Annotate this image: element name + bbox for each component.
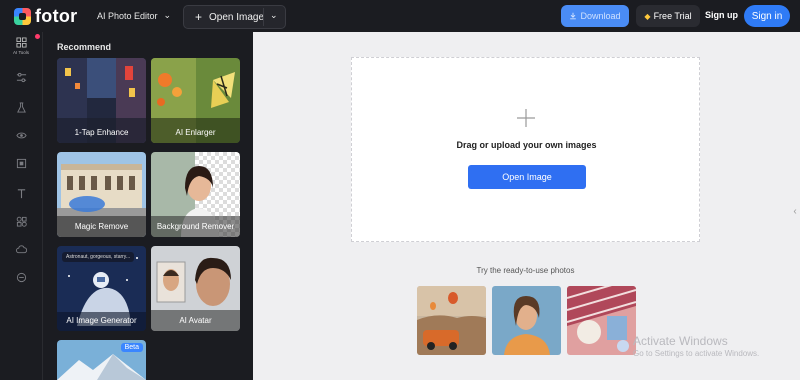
download-icon	[570, 12, 577, 20]
divider	[263, 8, 264, 26]
chevron-left-icon: ‹	[793, 205, 797, 217]
rail-item-effects[interactable]	[0, 102, 42, 113]
notification-dot	[35, 34, 40, 39]
chevron-down-icon: ⌄	[163, 10, 172, 20]
rail-item-adjust[interactable]	[0, 72, 42, 83]
tool-tile-magic-remove[interactable]: Magic Remove	[57, 152, 146, 237]
text-icon	[17, 189, 25, 199]
tool-tile-ai-avatar[interactable]: AI Avatar	[151, 246, 240, 331]
sign-in-button[interactable]: Sign in	[744, 5, 790, 27]
beta-badge: Beta	[120, 343, 143, 352]
fotor-logo[interactable]: fotor	[14, 6, 77, 27]
download-label: Download	[580, 11, 621, 21]
free-trial-label: Free Trial	[653, 11, 692, 21]
rail-item-beauty[interactable]	[0, 130, 42, 141]
tool-tile-ai-enlarger[interactable]: AI Enlarger	[151, 58, 240, 143]
tools-panel: Recommend 1-Tap Enhance AI Enlarger Magi…	[42, 32, 254, 380]
rail-item-elements[interactable]	[0, 216, 42, 227]
tile-label: AI Enlarger	[175, 128, 216, 137]
tool-tile-1-tap-enhance[interactable]: 1-Tap Enhance	[57, 58, 146, 143]
sign-up-link[interactable]: Sign up	[705, 10, 738, 20]
tile-label: AI Avatar	[179, 316, 212, 325]
editor-mode-label: AI Photo Editor	[97, 10, 158, 21]
chevron-down-icon[interactable]: ⌄	[270, 10, 278, 21]
left-tool-rail: AI Tools	[0, 32, 42, 380]
plus-icon	[517, 109, 535, 127]
sample-photo-balloons[interactable]	[417, 286, 486, 355]
grid-icon	[15, 37, 27, 48]
more-circle-icon	[16, 272, 26, 283]
ready-photos-heading: Try the ready-to-use photos	[476, 266, 575, 275]
open-image-top-button[interactable]: + Open Image ⌄	[183, 5, 286, 29]
free-trial-button[interactable]: ◆ Free Trial	[636, 5, 700, 27]
diamond-icon: ◆	[644, 11, 651, 21]
shapes-icon	[16, 216, 27, 227]
cloud-icon	[15, 245, 27, 254]
upload-dropzone[interactable]: Drag or upload your own images Open Imag…	[351, 57, 700, 242]
rail-item-cloud[interactable]	[0, 244, 42, 255]
expand-right-panel-button[interactable]: ‹	[790, 198, 800, 224]
panel-title: Recommend	[57, 42, 112, 52]
editor-mode-dropdown[interactable]: AI Photo Editor ⌄	[97, 10, 171, 21]
tool-tile-beta[interactable]: Beta	[57, 340, 146, 380]
activation-watermark-subtitle: Go to Settings to activate Windows.	[633, 349, 760, 358]
sample-photo-portrait[interactable]	[492, 286, 561, 355]
prompt-chip: Astronaut, gorgeous, starry...	[62, 252, 135, 262]
open-image-top-label: Open Image	[209, 11, 265, 23]
rail-item-more[interactable]	[0, 272, 42, 283]
eye-icon	[15, 132, 27, 139]
sliders-icon	[16, 72, 26, 83]
open-image-button[interactable]: Open Image	[468, 165, 586, 189]
tile-label: Background Remover	[156, 222, 235, 231]
logo-text: fotor	[35, 6, 78, 26]
woman-portrait-image	[492, 286, 561, 355]
rail-item-text[interactable]	[0, 188, 42, 199]
flask-icon	[16, 102, 26, 113]
tool-tile-background-remover[interactable]: Background Remover	[151, 152, 240, 237]
food-table-image	[567, 286, 636, 355]
sample-photo-still-life[interactable]	[567, 286, 636, 355]
rail-item-frames[interactable]	[0, 158, 42, 169]
activation-watermark-title: Activate Windows	[633, 334, 728, 348]
rail-item-ai-tools[interactable]: AI Tools	[0, 37, 42, 55]
tile-label: Magic Remove	[74, 222, 129, 231]
tool-tile-ai-image-generator[interactable]: Astronaut, gorgeous, starry... AI Image …	[57, 246, 146, 331]
download-button[interactable]: Download	[561, 5, 629, 27]
upload-instructions: Drag or upload your own images	[456, 140, 597, 150]
frame-icon	[16, 158, 26, 169]
balloons-car-image	[417, 286, 486, 355]
plus-icon: +	[195, 10, 203, 24]
rail-item-label: AI Tools	[13, 50, 29, 55]
top-bar: fotor AI Photo Editor ⌄ + Open Image ⌄ D…	[0, 0, 800, 32]
logo-icon	[14, 8, 31, 25]
tile-label: AI Image Generator	[66, 316, 137, 325]
tile-label: 1-Tap Enhance	[74, 128, 129, 137]
